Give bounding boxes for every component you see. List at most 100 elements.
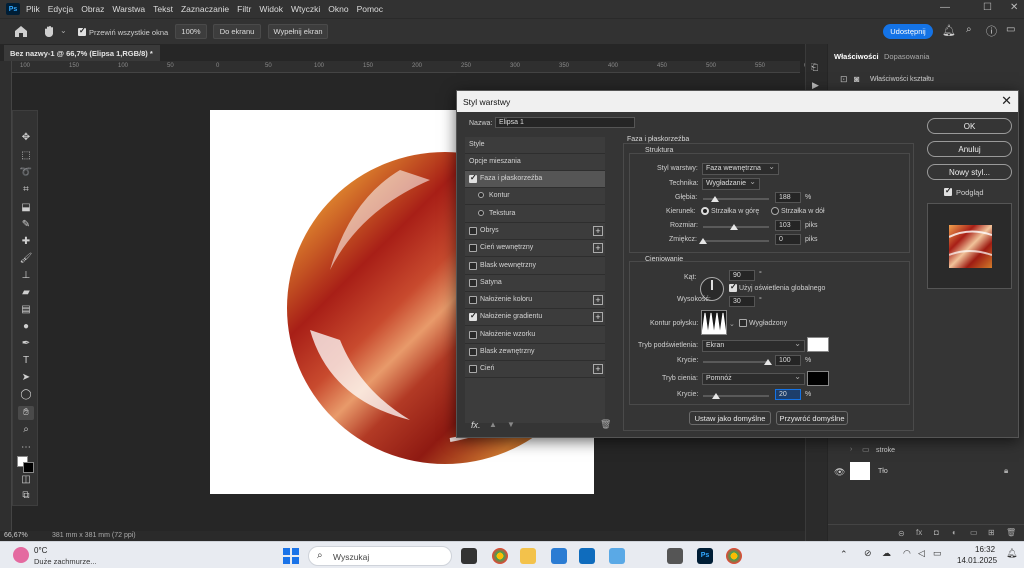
menu-edit[interactable]: Edycja (48, 4, 74, 14)
new-layer-icon[interactable]: ⊞ (988, 528, 995, 537)
menu-image[interactable]: Obraz (81, 4, 104, 14)
group-icon[interactable]: ▭ (970, 528, 978, 537)
chevron-up-icon[interactable]: ⌃ (840, 549, 848, 560)
file-explorer-icon[interactable] (520, 548, 536, 564)
dodge-icon[interactable]: ● (18, 320, 34, 334)
maximize-icon[interactable]: ☐ (983, 2, 992, 13)
chevron-right-icon[interactable]: › (850, 446, 852, 453)
cloud-icon[interactable]: ☁︎ (882, 548, 891, 559)
mask-add-icon[interactable]: ◘ (934, 528, 939, 537)
highlight-opacity-thumb[interactable] (764, 359, 772, 365)
highlight-color-swatch[interactable] (807, 337, 829, 352)
highlight-opacity-input[interactable]: 100 (775, 355, 801, 366)
menu-file[interactable]: Plik (26, 4, 40, 14)
gradient-icon[interactable]: ▤ (18, 303, 34, 317)
workspace-icon[interactable]: ▭ (1006, 24, 1015, 35)
move-tool-icon[interactable]: ✥ (18, 131, 34, 145)
calculator-icon[interactable] (667, 548, 683, 564)
tray-icon[interactable]: ⊘ (864, 548, 872, 559)
menu-layer[interactable]: Warstwa (112, 4, 145, 14)
more-tools-icon[interactable]: ⋯ (18, 441, 34, 455)
technique-dropdown[interactable]: Wygładzanie (702, 177, 760, 190)
fit-screen-button[interactable]: Do ekranu (213, 24, 261, 39)
battery-icon[interactable]: ▭ (933, 548, 942, 559)
effect-checkbox[interactable] (469, 311, 477, 322)
photos-icon[interactable] (609, 548, 625, 564)
home-icon[interactable] (14, 25, 28, 38)
size-slider-thumb[interactable] (730, 224, 738, 230)
windows-start-icon[interactable] (283, 548, 299, 564)
preview-checkbox[interactable] (944, 186, 952, 196)
hand-tool-icon[interactable]: ✋︎ (18, 406, 34, 420)
contour-chevron-icon[interactable]: ⌄ (729, 320, 735, 328)
outlook-icon[interactable] (579, 548, 595, 564)
close-icon[interactable]: ✕ (1001, 93, 1012, 109)
clock-date[interactable]: 14.01.2025 (957, 556, 997, 565)
reset-default-button[interactable]: Przywróć domyślne (776, 411, 848, 425)
effect-checkbox[interactable] (469, 226, 477, 235)
set-default-button[interactable]: Ustaw jako domyślne (689, 411, 771, 425)
clock-time[interactable]: 16:32 (975, 545, 995, 554)
shadow-opacity-thumb[interactable] (712, 393, 720, 399)
effect-row[interactable]: Tekstura (465, 206, 605, 223)
type-tool-icon[interactable]: T (18, 354, 34, 368)
effect-checkbox[interactable] (469, 261, 477, 270)
vscode-icon[interactable] (551, 548, 567, 564)
depth-input[interactable]: 188 (775, 192, 801, 203)
fx-icon[interactable]: fx (916, 528, 922, 537)
history-icon[interactable]: ⎗ (811, 62, 818, 73)
tab-properties[interactable]: Właściwości (834, 52, 879, 61)
document-tab[interactable]: Bez nazwy-1 @ 66,7% (Elipsa 1,RGB/8) * (4, 45, 160, 61)
effect-checkbox[interactable] (478, 192, 484, 199)
pen-icon[interactable]: ✒ (18, 337, 34, 351)
link-icon[interactable]: ⊝ (898, 529, 905, 538)
help-icon[interactable]: ⓘ (986, 23, 997, 39)
add-effect-icon[interactable]: + (593, 312, 603, 323)
chrome-profile-icon[interactable] (726, 548, 742, 564)
menu-filter[interactable]: Filtr (237, 4, 251, 14)
effect-row[interactable]: Obrys + (465, 223, 605, 240)
quick-mask-icon[interactable]: ◫ (18, 473, 34, 487)
taskbar-search[interactable]: ⌕ Wyszukaj (308, 546, 452, 566)
chrome-icon[interactable] (492, 548, 508, 564)
hand-tool-icon[interactable] (42, 24, 56, 38)
scroll-all-checkbox[interactable] (78, 26, 86, 36)
weather-icon[interactable] (13, 547, 29, 563)
fill-screen-button[interactable]: Wypełnij ekran (268, 24, 328, 39)
effect-checkbox[interactable] (469, 296, 477, 305)
effect-checkbox[interactable] (469, 348, 477, 356)
eraser-icon[interactable]: ▰ (18, 286, 34, 300)
move-down-icon[interactable]: ▼ (507, 420, 515, 429)
eye-icon[interactable]: 👁︎ (834, 467, 845, 478)
effect-row[interactable]: Nałożenie wzorku (465, 327, 605, 344)
eyedropper-icon[interactable]: ✎ (18, 218, 34, 232)
angle-input[interactable]: 90 (729, 270, 755, 281)
task-view-icon[interactable] (461, 548, 477, 564)
effect-row[interactable]: Satyna (465, 275, 605, 292)
style-dropdown[interactable]: Faza wewnętrzna (702, 162, 779, 175)
menu-window[interactable]: Okno (328, 4, 348, 14)
shadow-color-swatch[interactable] (807, 371, 829, 386)
stamp-icon[interactable]: ⊥ (18, 269, 34, 283)
altitude-input[interactable]: 30 (729, 296, 755, 307)
fx-button[interactable]: fx. (471, 420, 481, 430)
volume-icon[interactable]: ◁ (918, 548, 925, 559)
effect-row[interactable]: Blask wewnętrzny (465, 258, 605, 275)
effect-row[interactable]: Kontur (465, 188, 605, 206)
move-up-icon[interactable]: ▲ (489, 420, 497, 429)
size-input[interactable]: 103 (775, 220, 801, 231)
trash-icon[interactable]: 🗑︎ (1006, 528, 1016, 537)
direction-up-radio[interactable] (701, 207, 709, 215)
search-icon[interactable]: ⌕ (966, 24, 972, 35)
object-select-icon[interactable]: ⬓ (18, 201, 34, 215)
global-light-checkbox[interactable] (729, 282, 737, 292)
soften-input[interactable]: 0 (775, 234, 801, 245)
effect-row[interactable]: Cień wewnętrzny + (465, 240, 605, 258)
ok-button[interactable]: OK (927, 118, 1012, 134)
close-window-icon[interactable]: ✕ (1010, 2, 1018, 13)
bell-icon[interactable]: 🔔︎ (942, 24, 956, 37)
menu-select[interactable]: Zaznaczanie (181, 4, 229, 14)
wifi-icon[interactable]: ◠ (903, 548, 911, 559)
highlight-opacity-slider[interactable] (703, 361, 769, 363)
highlight-mode-dropdown[interactable]: Ekran (702, 339, 805, 352)
